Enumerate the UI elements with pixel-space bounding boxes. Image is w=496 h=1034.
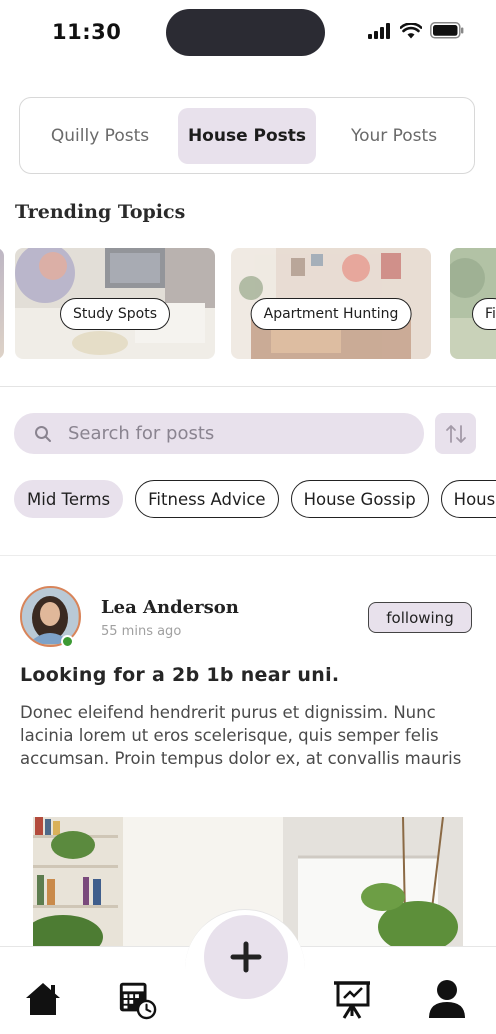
nav-profile[interactable] (427, 978, 467, 1020)
battery-icon (430, 22, 464, 39)
dynamic-island (166, 9, 325, 56)
calendar-clock-icon (119, 982, 157, 1020)
post-body: Donec eleifend hendrerit purus et dignis… (20, 703, 462, 768)
post-card[interactable]: Lea Anderson 55 mins ago following Looki… (0, 555, 496, 957)
search-icon (35, 425, 51, 442)
search-bar[interactable]: Search for posts (14, 413, 424, 454)
chip-mid-terms[interactable]: Mid Terms (14, 480, 124, 518)
post-source-tabs: Quilly Posts House Posts Your Posts (19, 97, 475, 174)
post-author[interactable]: Lea Anderson (101, 597, 239, 618)
home-icon (26, 983, 60, 1015)
topic-label-study-spots: Study Spots (60, 298, 170, 330)
post-timestamp: 55 mins ago (101, 624, 182, 639)
cellular-icon (368, 22, 390, 39)
topic-card-fi[interactable]: Fi (450, 248, 496, 359)
following-button[interactable]: following (368, 602, 472, 633)
status-bar: 11:30 (0, 0, 496, 64)
profile-icon (429, 980, 465, 1018)
sort-icon (445, 424, 466, 443)
wifi-icon (400, 22, 422, 38)
status-icons (368, 22, 464, 39)
tab-quilly-posts[interactable]: Quilly Posts (30, 108, 170, 164)
add-icon (230, 941, 262, 973)
topic-label-apartment-hunting: Apartment Hunting (250, 298, 412, 330)
section-divider (0, 386, 496, 387)
online-status-dot (61, 635, 74, 648)
chip-house-gossip[interactable]: House Gossip (290, 480, 429, 518)
topic-card-study-spots[interactable]: Study Spots (15, 248, 215, 359)
tab-house-posts[interactable]: House Posts (178, 107, 316, 164)
chip-fitness-advice[interactable]: Fitness Advice (135, 480, 279, 518)
trending-topics-carousel[interactable]: Study Spots Apartment Hunting Fi (0, 248, 496, 360)
topic-label-fi: Fi (472, 298, 496, 330)
topic-card-apartment-hunting[interactable]: Apartment Hunting (231, 248, 431, 359)
topic-card-partial-left[interactable] (0, 248, 4, 359)
nav-schedule[interactable] (117, 978, 157, 1020)
filter-chips: Mid Terms Fitness Advice House Gossip Ho… (14, 480, 496, 518)
chip-house[interactable]: House (440, 480, 496, 518)
add-post-button[interactable] (204, 915, 288, 999)
tab-your-posts[interactable]: Your Posts (324, 108, 464, 164)
presentation-icon (334, 981, 370, 1019)
sort-button[interactable] (435, 413, 476, 454)
search-input[interactable]: Search for posts (68, 423, 214, 444)
status-time: 11:30 (52, 20, 122, 44)
nav-board[interactable] (332, 978, 372, 1020)
post-title: Looking for a 2b 1b near uni. (20, 664, 340, 686)
trending-title: Trending Topics (15, 201, 186, 223)
nav-home[interactable] (23, 978, 63, 1020)
